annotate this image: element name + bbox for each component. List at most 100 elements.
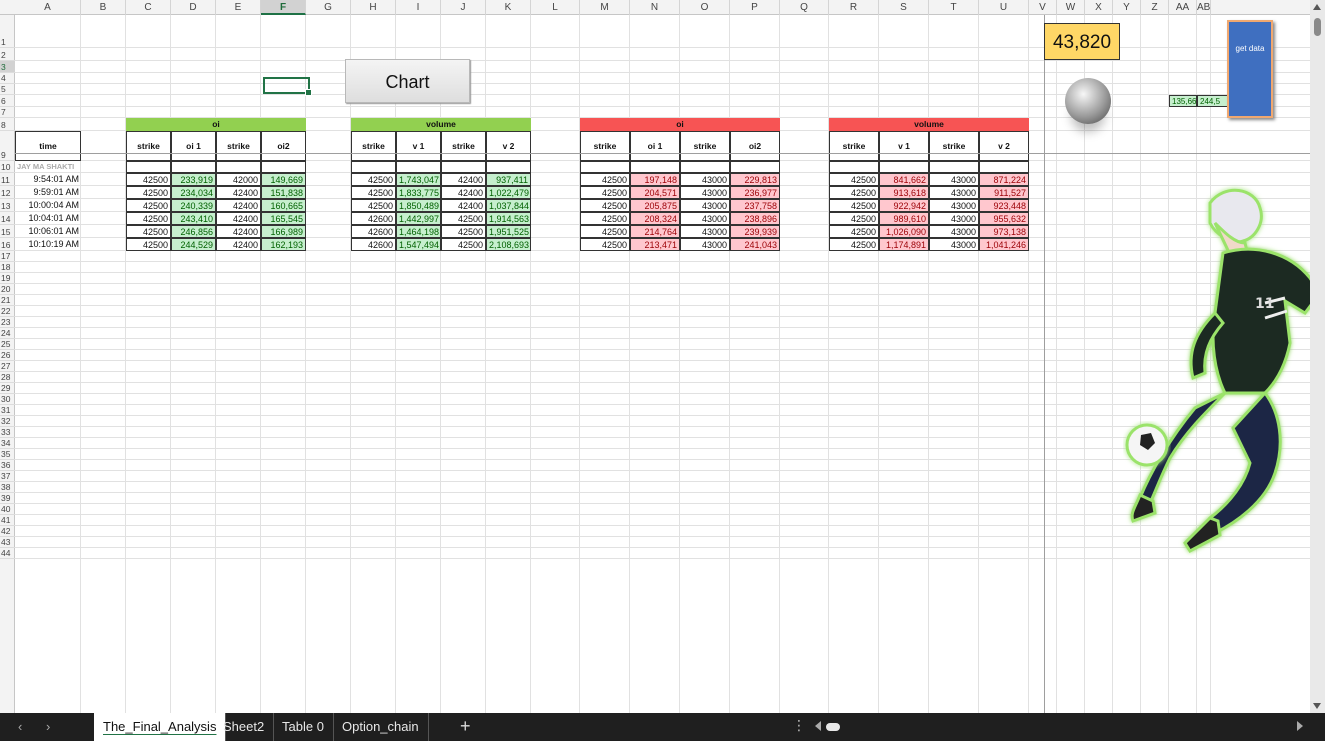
table-1-title[interactable]: volume [351, 118, 531, 131]
get-data-button[interactable]: get data [1227, 20, 1273, 118]
row-header-29[interactable]: 29 [0, 383, 15, 394]
table-3-col-header[interactable]: strike [929, 131, 979, 161]
table-0-col-header[interactable]: strike [126, 131, 171, 161]
row-header-20[interactable]: 20 [0, 284, 15, 295]
column-header-k[interactable]: K [486, 0, 531, 15]
prev-sheet-icon[interactable]: ‹ [18, 719, 22, 734]
column-header-s[interactable]: S [879, 0, 929, 15]
table-2-blank-cell[interactable] [580, 161, 630, 173]
jay-ma-shakti-label[interactable]: JAY MA SHAKTI [15, 161, 81, 173]
table-0-blank-cell[interactable] [126, 161, 171, 173]
row-header-21[interactable]: 21 [0, 295, 15, 306]
table-2-data-cell[interactable]: 43000 [680, 225, 730, 238]
sheet-tab-table-0[interactable]: Table 0 [273, 713, 334, 741]
active-cell-selection[interactable] [263, 77, 312, 96]
row-header-31[interactable]: 31 [0, 405, 15, 416]
row-header-44[interactable]: 44 [0, 548, 15, 559]
row-header-11[interactable]: 11 [0, 173, 15, 186]
chart-button[interactable]: Chart [345, 59, 470, 103]
table-3-data-cell[interactable]: 43000 [929, 225, 979, 238]
column-header-x[interactable]: X [1085, 0, 1113, 15]
vertical-scroll-thumb[interactable] [1314, 18, 1321, 36]
table-1-data-cell[interactable]: 42400 [441, 186, 486, 199]
table-1-data-cell[interactable]: 2,108,693 [486, 238, 531, 251]
table-1-blank-cell[interactable] [351, 161, 396, 173]
vertical-scrollbar[interactable] [1310, 0, 1325, 713]
row-header-27[interactable]: 27 [0, 361, 15, 372]
table-2-data-cell[interactable]: 236,977 [730, 186, 780, 199]
table-3-data-cell[interactable]: 43000 [929, 186, 979, 199]
table-3-col-header[interactable]: v 2 [979, 131, 1029, 161]
table-2-blank-cell[interactable] [680, 161, 730, 173]
table-0-data-cell[interactable]: 42500 [126, 212, 171, 225]
sheet-tab-sheet2[interactable]: Sheet2 [214, 713, 275, 741]
scroll-left-icon[interactable] [815, 721, 821, 731]
table-3-data-cell[interactable]: 43000 [929, 212, 979, 225]
table-3-data-cell[interactable]: 923,448 [979, 199, 1029, 212]
table-3-data-cell[interactable]: 43000 [929, 199, 979, 212]
table-2-data-cell[interactable]: 238,896 [730, 212, 780, 225]
row-header-16[interactable]: 16 [0, 238, 15, 251]
table-3-data-cell[interactable]: 42500 [829, 212, 879, 225]
column-header-f[interactable]: F [261, 0, 306, 15]
table-1-data-cell[interactable]: 1,914,563 [486, 212, 531, 225]
table-0-blank-cell[interactable] [216, 161, 261, 173]
row-header-4[interactable]: 4 [0, 73, 15, 84]
table-0-data-cell[interactable]: 42400 [216, 225, 261, 238]
table-2-col-header[interactable]: strike [580, 131, 630, 161]
table-2-data-cell[interactable]: 204,571 [630, 186, 680, 199]
table-0-title[interactable]: oi [126, 118, 306, 131]
row-header-33[interactable]: 33 [0, 427, 15, 438]
table-0-data-cell[interactable]: 240,339 [171, 199, 216, 212]
column-header-u[interactable]: U [979, 0, 1029, 15]
table-1-data-cell[interactable]: 1,442,997 [396, 212, 441, 225]
scroll-down-icon[interactable] [1313, 703, 1321, 709]
table-0-data-cell[interactable]: 234,034 [171, 186, 216, 199]
table-1-data-cell[interactable]: 937,411 [486, 173, 531, 186]
table-0-data-cell[interactable]: 42500 [126, 173, 171, 186]
table-2-data-cell[interactable]: 43000 [680, 186, 730, 199]
sheet-tab-option-chain[interactable]: Option_chain [333, 713, 429, 741]
time-cell[interactable]: 9:59:01 AM [15, 186, 81, 199]
table-2-data-cell[interactable]: 43000 [680, 199, 730, 212]
time-cell[interactable]: 9:54:01 AM [15, 173, 81, 186]
table-2-data-cell[interactable]: 239,939 [730, 225, 780, 238]
table-1-data-cell[interactable]: 1,022,479 [486, 186, 531, 199]
column-header-l[interactable]: L [531, 0, 580, 15]
table-3-data-cell[interactable]: 43000 [929, 173, 979, 186]
row-header-39[interactable]: 39 [0, 493, 15, 504]
row-header-3[interactable]: 3 [0, 61, 15, 73]
sheet-tab-the-final-analysis[interactable]: The_Final_Analysis [94, 713, 227, 741]
table-0-blank-cell[interactable] [171, 161, 216, 173]
column-header-i[interactable]: I [396, 0, 441, 15]
table-1-data-cell[interactable]: 42500 [441, 212, 486, 225]
table-2-data-cell[interactable]: 42500 [580, 212, 630, 225]
table-2-data-cell[interactable]: 42500 [580, 173, 630, 186]
table-0-data-cell[interactable]: 42000 [216, 173, 261, 186]
table-3-col-header[interactable]: strike [829, 131, 879, 161]
column-header-n[interactable]: N [630, 0, 680, 15]
table-0-data-cell[interactable]: 165,545 [261, 212, 306, 225]
table-3-data-cell[interactable]: 973,138 [979, 225, 1029, 238]
table-1-data-cell[interactable]: 42500 [351, 186, 396, 199]
table-2-data-cell[interactable]: 205,875 [630, 199, 680, 212]
table-3-data-cell[interactable]: 989,610 [879, 212, 929, 225]
table-2-data-cell[interactable]: 229,813 [730, 173, 780, 186]
table-0-col-header[interactable]: strike [216, 131, 261, 161]
row-header-43[interactable]: 43 [0, 537, 15, 548]
row-header-22[interactable]: 22 [0, 306, 15, 317]
table-0-data-cell[interactable]: 42400 [216, 212, 261, 225]
table-3-data-cell[interactable]: 42500 [829, 173, 879, 186]
table-1-data-cell[interactable]: 42600 [351, 212, 396, 225]
table-1-col-header[interactable]: strike [351, 131, 396, 161]
row-header-6[interactable]: 6 [0, 95, 15, 107]
time-cell[interactable]: 10:06:01 AM [15, 225, 81, 238]
column-header-t[interactable]: T [929, 0, 979, 15]
column-header-g[interactable]: G [306, 0, 351, 15]
table-3-data-cell[interactable]: 922,942 [879, 199, 929, 212]
column-header-z[interactable]: Z [1141, 0, 1169, 15]
table-2-blank-cell[interactable] [730, 161, 780, 173]
table-1-data-cell[interactable]: 1,037,844 [486, 199, 531, 212]
table-1-data-cell[interactable]: 42500 [441, 238, 486, 251]
table-2-title[interactable]: oi [580, 118, 780, 131]
